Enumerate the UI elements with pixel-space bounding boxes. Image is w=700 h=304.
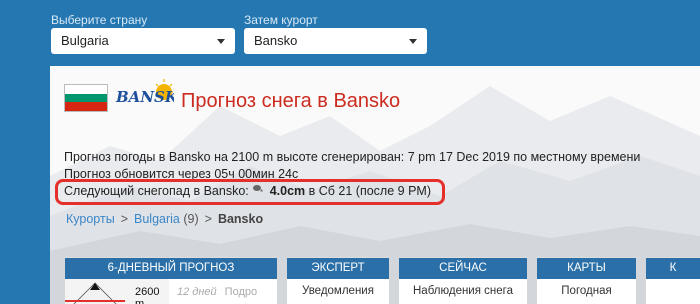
next-snowfall-line: Следующий снегопад в Bansko: * 4.0cm в С… bbox=[64, 184, 431, 198]
resort-select[interactable]: Bansko bbox=[244, 28, 427, 54]
next-snowfall-amount: 4.0cm bbox=[269, 184, 306, 198]
tab-now-heading: Сейчас bbox=[399, 258, 527, 279]
chevron-down-icon bbox=[217, 39, 225, 44]
tab-extra-heading: К bbox=[646, 258, 700, 279]
country-select[interactable]: Bulgaria bbox=[51, 28, 235, 54]
resort-select-value: Bansko bbox=[254, 33, 298, 48]
elevation-selector[interactable]: 2600 m bbox=[65, 279, 169, 304]
next-snowfall-suffix: в Сб 21 (после 9 PM) bbox=[305, 184, 431, 198]
bulgaria-flag bbox=[64, 84, 108, 112]
page-title: Прогноз снега в Bansko bbox=[181, 90, 401, 112]
tab-maps[interactable]: Карты Погодная bbox=[537, 257, 636, 304]
breadcrumb: Курорты > Bulgaria (9) > Bansko bbox=[66, 212, 263, 226]
chevron-down-icon bbox=[409, 39, 417, 44]
breadcrumb-separator: > bbox=[120, 212, 128, 226]
tab-now-body: Наблюдения снега bbox=[413, 285, 513, 297]
resort-select-label: Затем курорт bbox=[244, 13, 318, 27]
breadcrumb-count: (9) bbox=[179, 212, 199, 226]
breadcrumb-resorts-link[interactable]: Курорты bbox=[66, 212, 115, 226]
breadcrumb-separator: > bbox=[204, 212, 212, 226]
tab-expert-heading: Эксперт bbox=[287, 258, 389, 279]
tab-expert[interactable]: Эксперт Уведомления bbox=[287, 257, 389, 304]
tab-expert-body: Уведомления bbox=[302, 285, 374, 297]
svg-text:*: * bbox=[260, 188, 263, 196]
tab-detail-link[interactable]: Подро bbox=[225, 286, 257, 298]
snow-cloud-icon: * bbox=[253, 185, 263, 197]
generated-info: Прогноз погоды в Bansko на 2100 m высоте… bbox=[64, 150, 641, 164]
elevation-value: 2600 m bbox=[135, 286, 160, 304]
tab-maps-body: Погодная bbox=[561, 285, 612, 297]
tab-maps-heading: Карты bbox=[537, 258, 636, 279]
logo-text: BANSKO bbox=[115, 88, 174, 106]
country-select-value: Bulgaria bbox=[61, 33, 109, 48]
mountain-peak-icon bbox=[65, 282, 125, 304]
next-snowfall-prefix: Следующий снегопад в Bansko: bbox=[64, 184, 253, 198]
tab-6-day-forecast[interactable]: 6-дневный прогноз 2600 m 12 дней Подро bbox=[65, 257, 277, 304]
country-select-label: Выберите страну bbox=[51, 13, 148, 27]
breadcrumb-current: Bansko bbox=[217, 212, 264, 226]
tab-extra[interactable]: К bbox=[646, 257, 700, 304]
tab-now[interactable]: Сейчас Наблюдения снега bbox=[399, 257, 527, 304]
bansko-logo: BANSKO bbox=[115, 79, 174, 106]
breadcrumb-country-link[interactable]: Bulgaria bbox=[134, 212, 180, 226]
forecast-panel: BANSKO Прогноз снега в Bansko Прогноз по… bbox=[50, 66, 700, 304]
tab-forecast-heading: 6-дневный прогноз bbox=[65, 258, 277, 279]
tab-12-days-link[interactable]: 12 дней bbox=[177, 286, 217, 298]
